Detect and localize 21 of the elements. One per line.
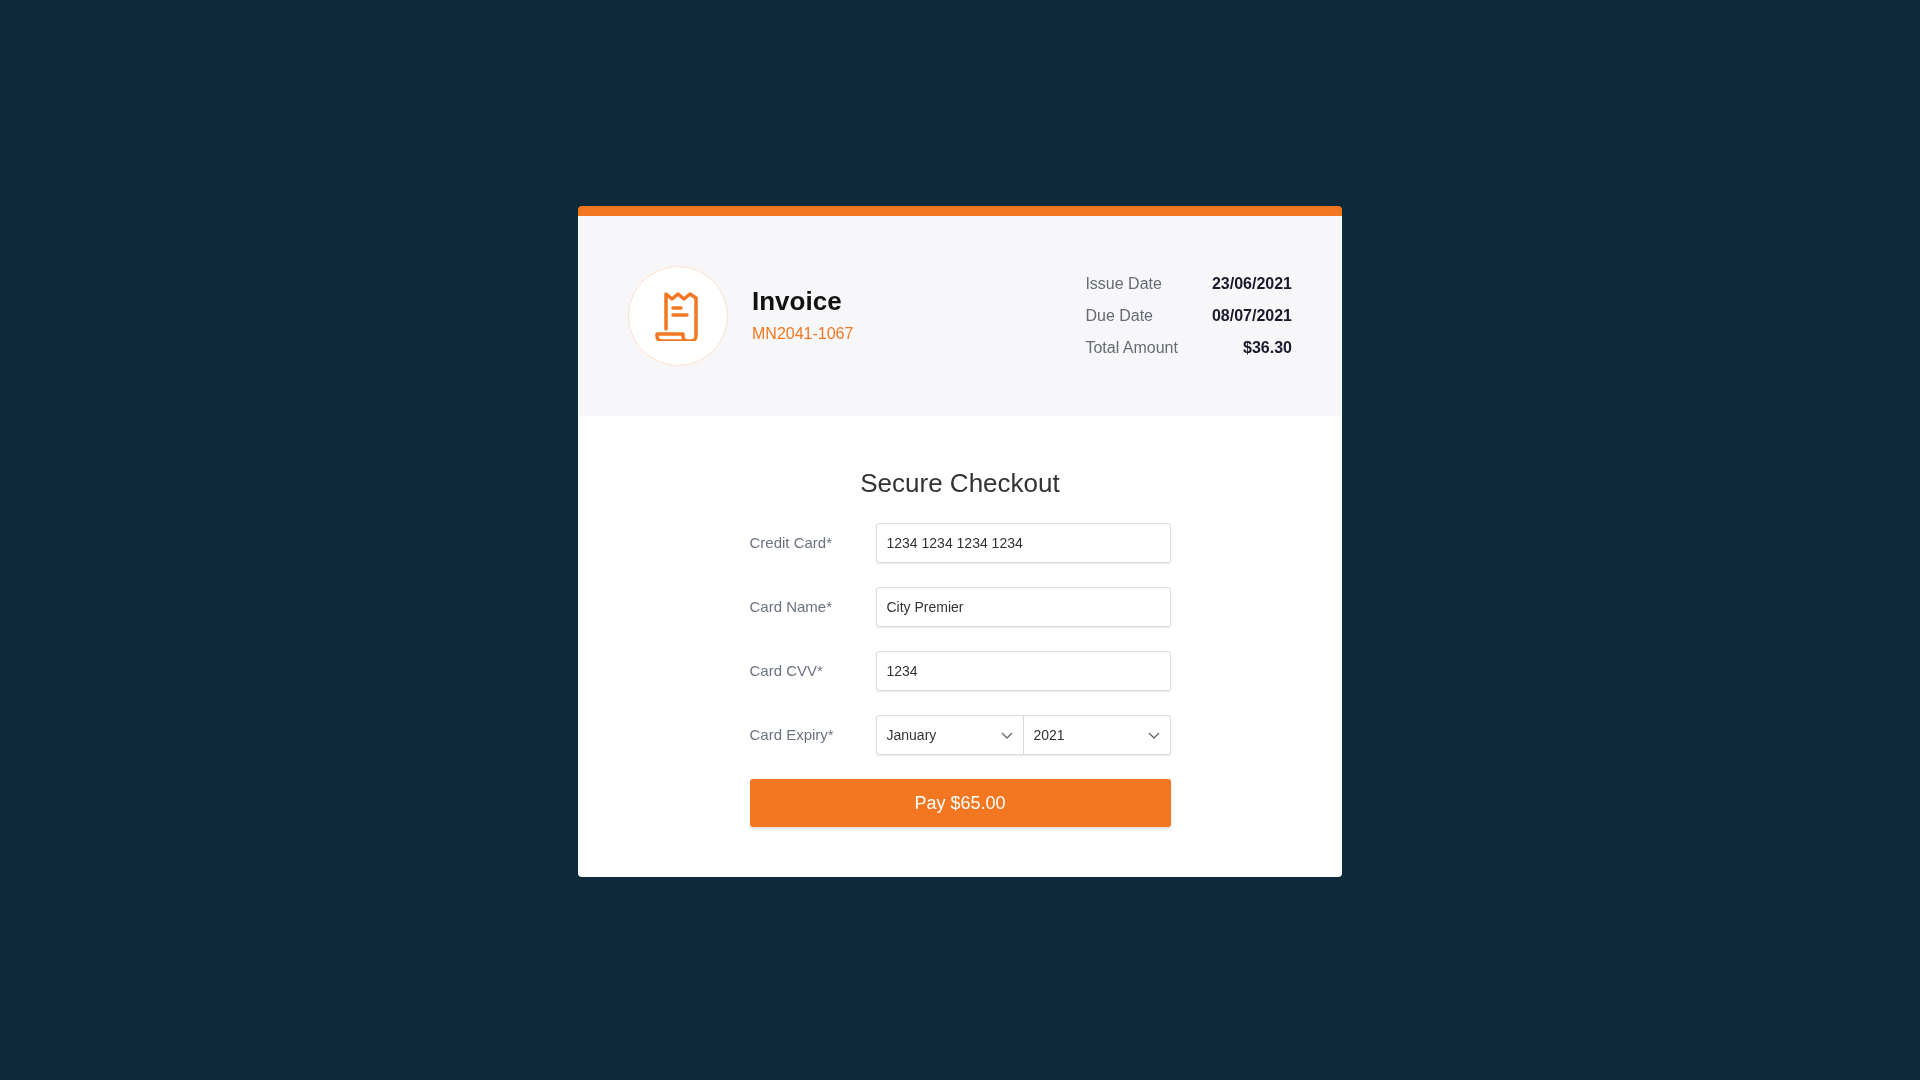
chevron-icon: [1147, 731, 1160, 739]
invoice-title: Invoice: [752, 286, 843, 318]
detail-label: Issue Date: [1085, 274, 1163, 294]
field-label: Card Expiry*: [749, 724, 835, 745]
invoice-number: MN2041-1067: [752, 323, 854, 344]
field-label: Card Name*: [749, 596, 834, 617]
input-field[interactable]: 1234 1234 1234 1234: [875, 523, 1171, 563]
detail-value: $36.30: [1242, 338, 1292, 358]
detail-value: 08/07/2021: [1211, 306, 1292, 326]
chevron-icon: [1000, 731, 1013, 739]
field-label: Credit Card*: [749, 532, 834, 553]
dropdown-select[interactable]: 2021: [1023, 715, 1171, 755]
receipt-icon: [655, 291, 701, 341]
field-label: Card CVV*: [749, 660, 824, 681]
detail-label: Total Amount: [1085, 338, 1178, 358]
input-field[interactable]: 1234: [875, 651, 1171, 691]
input-field[interactable]: City Premier: [875, 587, 1171, 627]
detail-value: 23/06/2021: [1211, 274, 1292, 294]
checkout-title: Secure Checkout: [859, 467, 1061, 500]
detail-label: Due Date: [1085, 306, 1154, 326]
dropdown-select[interactable]: January: [875, 715, 1024, 755]
